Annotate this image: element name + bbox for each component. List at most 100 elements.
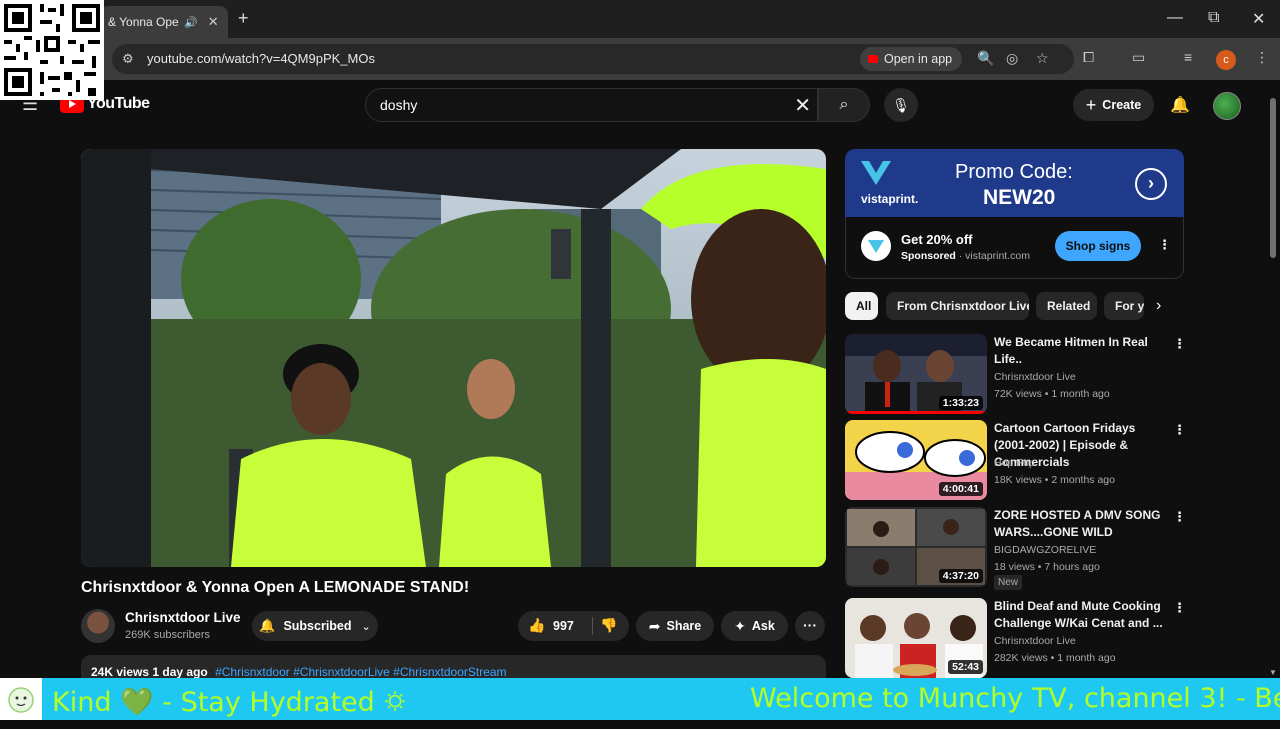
video-title[interactable]: We Became Hitmen In Real Life.. (994, 334, 1164, 368)
ad-headline: Get 20% off (901, 232, 973, 247)
url-text[interactable]: youtube.com/watch?v=4QM9pPK_MOs (147, 51, 375, 66)
share-label: Share (666, 619, 702, 633)
ad-sponsored-line: Sponsored · vistaprint.com (901, 250, 1030, 262)
share-icon: ➦ (648, 617, 661, 634)
browser-menu-icon[interactable]: ⋮ (1255, 49, 1269, 66)
subscriber-count: 269K subscribers (125, 629, 210, 641)
chip-related[interactable]: Related (1036, 292, 1097, 320)
more-options-icon[interactable]: ⋮ (1173, 336, 1186, 352)
like-count[interactable]: 997 (553, 619, 574, 633)
voice-search-button[interactable]: 🎙 (884, 88, 918, 122)
video-thumbnail[interactable]: 4:37:20 (845, 507, 987, 587)
chevron-right-icon[interactable]: › (1156, 297, 1161, 315)
more-options-icon[interactable]: ⋮ (1173, 509, 1186, 525)
more-options-icon[interactable]: ⋮ (1173, 600, 1186, 616)
browser-tab[interactable]: & Yonna Ope 🔊 ✕ (100, 6, 228, 38)
video-duration: 4:37:20 (938, 569, 983, 583)
close-tab-icon[interactable]: ✕ (208, 14, 219, 30)
extensions-icon[interactable]: ⧠ (1083, 49, 1094, 66)
channel-name[interactable]: Chrisnxtdoor Live (125, 610, 241, 625)
chip-all[interactable]: All (845, 292, 878, 320)
video-duration: 52:43 (948, 660, 983, 674)
address-bar[interactable]: ⚙ youtube.com/watch?v=4QM9pPK_MOs Open i… (112, 44, 1074, 74)
side-panel-icon[interactable]: ▭ (1132, 49, 1145, 66)
video-frame (81, 149, 826, 567)
bell-icon: 🔔 (259, 618, 276, 633)
user-avatar[interactable] (1213, 92, 1241, 120)
site-info-icon[interactable]: ⚙ (122, 51, 134, 67)
bookmark-star-icon[interactable]: ☆ (1036, 50, 1049, 67)
close-window-button[interactable]: ✕ (1252, 9, 1265, 29)
like-dislike-group: 👍 997 👎 (518, 611, 629, 641)
ad-brand: vistaprint. (861, 192, 919, 206)
open-in-app-label: Open in app (884, 52, 953, 66)
browser-toolbar: ⚙ youtube.com/watch?v=4QM9pPK_MOs Open i… (0, 38, 1280, 80)
chip-for-you[interactable]: For y (1104, 292, 1144, 320)
subscribed-label: Subscribed (283, 619, 352, 633)
eye-off-icon[interactable]: ◎ (1006, 50, 1018, 67)
scroll-down-arrow-icon[interactable]: ▼ (1269, 668, 1277, 677)
more-actions-button[interactable]: ··· (795, 611, 825, 641)
video-thumbnail[interactable]: 1:33:23 (845, 334, 987, 414)
page-scrollbar[interactable] (1270, 98, 1276, 258)
speaker-icon[interactable]: 🔊 (184, 16, 198, 29)
media-control-icon[interactable]: ≡ (1184, 49, 1192, 65)
ad-menu-icon[interactable]: ⋮ (1158, 237, 1171, 253)
list-item[interactable]: 52:43 Blind Deaf and Mute Cooking Challe… (845, 598, 1186, 678)
list-item[interactable]: 1:33:23 We Became Hitmen In Real Life.. … (845, 334, 1186, 414)
arrow-right-icon[interactable]: › (1135, 168, 1167, 200)
create-button[interactable]: + Create (1073, 89, 1154, 121)
video-player[interactable] (81, 149, 826, 567)
video-meta: 18 views • 7 hours ago (994, 561, 1100, 573)
video-meta: 18K views • 2 months ago (994, 474, 1115, 486)
video-thumbnail[interactable]: 4:00:41 (845, 420, 987, 500)
video-title[interactable]: Blind Deaf and Mute Cooking Challenge W/… (994, 598, 1164, 632)
channel-name[interactable]: Chrisnxtdoor Live (994, 635, 1076, 647)
like-divider (592, 617, 593, 635)
like-icon[interactable]: 👍 (528, 617, 545, 634)
vistaprint-logo-icon (861, 161, 891, 185)
shop-signs-button[interactable]: Shop signs (1055, 231, 1141, 261)
mascot-icon (0, 678, 42, 720)
video-duration: 4:00:41 (938, 482, 983, 496)
list-item[interactable]: 4:37:20 ZORE HOSTED A DMV SONG WARS....G… (845, 507, 1186, 590)
channel-name[interactable]: Hop Pop (994, 457, 1035, 469)
sparkle-icon: ✦ (734, 617, 746, 634)
ask-button[interactable]: ✦ Ask (721, 611, 788, 641)
video-title[interactable]: ZORE HOSTED A DMV SONG WARS....GONE WILD (994, 507, 1164, 541)
subscribed-button[interactable]: 🔔 Subscribed ⌄ (252, 611, 378, 641)
open-in-app-button[interactable]: Open in app (860, 47, 962, 71)
channel-name[interactable]: Chrisnxtdoor Live (994, 371, 1076, 383)
chip-from-channel[interactable]: From Chrisnxtdoor Live (886, 292, 1029, 320)
channel-avatar[interactable] (81, 609, 115, 643)
notifications-bell-icon[interactable]: 🔔 (1170, 95, 1190, 115)
video-thumbnail[interactable]: 52:43 (845, 598, 987, 678)
more-options-icon[interactable]: ⋮ (1173, 422, 1186, 438)
search-button[interactable]: ⌕ (818, 88, 870, 122)
dislike-icon[interactable]: 👎 (600, 617, 617, 634)
list-item[interactable]: 4:00:41 Cartoon Cartoon Fridays (2001-20… (845, 420, 1186, 500)
promo-line1: Promo Code: (955, 161, 1073, 183)
clear-search-icon[interactable]: ✕ (794, 93, 811, 118)
zoom-icon[interactable]: 🔍 (977, 50, 994, 67)
search-input[interactable]: doshy ✕ (365, 88, 818, 122)
chevron-down-icon: ⌄ (361, 620, 371, 633)
youtube-app-icon (868, 55, 878, 63)
channel-name[interactable]: BIGDAWGZORELIVE (994, 544, 1096, 556)
microphone-icon: 🎙 (892, 97, 910, 113)
browser-profile-avatar[interactable]: c (1216, 50, 1236, 70)
ad-banner[interactable]: vistaprint. Promo Code: NEW20 › (845, 149, 1184, 217)
qr-code (0, 0, 104, 100)
hashtags[interactable]: #Chrisnxtdoor #ChrisnxtdoorLive #Chrisnx… (215, 665, 506, 679)
ad-details[interactable]: Get 20% off Sponsored · vistaprint.com S… (845, 217, 1184, 279)
new-tab-button[interactable]: + (238, 8, 249, 29)
share-button[interactable]: ➦ Share (636, 611, 714, 641)
minimize-button[interactable]: — (1167, 9, 1183, 27)
search-query[interactable]: doshy (380, 97, 417, 113)
restore-button[interactable]: ⧉ (1208, 9, 1219, 27)
plus-icon: + (1085, 94, 1097, 115)
video-meta: 72K views • 1 month ago (994, 388, 1110, 400)
stream-ticker: Kind 💚 - Stay Hydrated 🌣 Welcome to Munc… (0, 678, 1280, 720)
ticker-right-text: Welcome to Munchy TV, channel 3! - Be (750, 683, 1280, 714)
promo-code: NEW20 (983, 186, 1056, 209)
